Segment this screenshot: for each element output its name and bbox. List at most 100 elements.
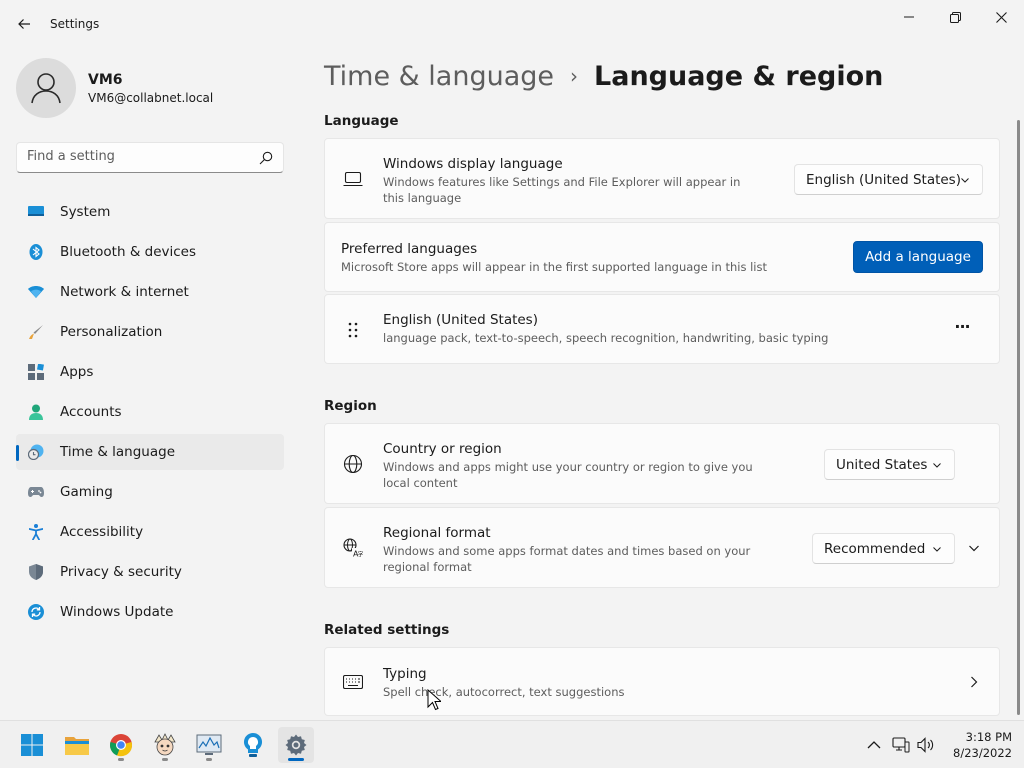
accessibility-icon <box>28 524 44 540</box>
taskbar-chrome[interactable] <box>103 727 139 763</box>
country-region-description: Windows and apps might use your country … <box>383 460 753 490</box>
sidebar-item-label: Network & internet <box>60 284 189 300</box>
sidebar-item-personalization[interactable]: Personalization <box>16 314 284 350</box>
sidebar-item-network[interactable]: Network & internet <box>16 274 284 310</box>
sidebar-item-gaming[interactable]: Gaming <box>16 474 284 510</box>
sidebar-item-label: Personalization <box>60 324 163 340</box>
maximize-button[interactable] <box>932 2 978 32</box>
mouse-cursor-icon <box>427 689 441 711</box>
system-icon <box>28 204 44 220</box>
sidebar-item-privacy[interactable]: Privacy & security <box>16 554 284 590</box>
sidebar-item-time-language[interactable]: Time & language <box>16 434 284 470</box>
keyboard-icon <box>343 672 363 692</box>
search-icon[interactable] <box>259 151 273 165</box>
user-profile[interactable]: VM6 VM6@collabnet.local <box>16 58 286 118</box>
country-region-title: Country or region <box>383 441 502 457</box>
section-title-language: Language <box>324 113 399 129</box>
update-icon <box>28 604 44 620</box>
typing-title: Typing <box>383 666 427 682</box>
taskbar-settings[interactable] <box>278 727 314 763</box>
sidebar-item-label: System <box>60 204 111 220</box>
accounts-icon <box>28 404 44 420</box>
country-region-card: Country or region Windows and apps might… <box>324 423 1000 504</box>
chevron-right-icon <box>971 676 978 688</box>
taskbar: 3:18 PM 8/23/2022 <box>0 720 1024 768</box>
sidebar-item-apps[interactable]: Apps <box>16 354 284 390</box>
section-title-related: Related settings <box>324 622 450 638</box>
installed-language-card[interactable]: English (United States) language pack, t… <box>324 294 1000 364</box>
page-title: Language & region <box>594 60 884 92</box>
regional-format-icon: A字 <box>343 538 363 558</box>
scrollbar[interactable] <box>1017 120 1020 715</box>
minimize-button[interactable] <box>886 2 932 32</box>
sidebar-item-bluetooth[interactable]: Bluetooth & devices <box>16 234 284 270</box>
avatar <box>16 58 76 118</box>
add-language-button[interactable]: Add a language <box>853 241 983 273</box>
network-icon <box>28 284 44 300</box>
network-status-button[interactable] <box>891 735 911 755</box>
typing-description: Spell check, autocorrect, text suggestio… <box>383 685 625 699</box>
sidebar-item-label: Windows Update <box>60 604 174 620</box>
clock-time: 3:18 PM <box>965 730 1012 744</box>
more-options-button[interactable]: ··· <box>947 317 977 341</box>
search-box[interactable] <box>16 142 284 173</box>
running-indicator <box>118 758 124 761</box>
back-button[interactable] <box>12 12 36 36</box>
taskbar-lightbulb-app[interactable] <box>235 727 271 763</box>
active-indicator <box>288 758 304 761</box>
preferred-languages-description: Microsoft Store apps will appear in the … <box>341 260 767 274</box>
volume-button[interactable] <box>916 735 936 755</box>
regional-format-description: Windows and some apps format dates and t… <box>383 544 751 574</box>
sidebar-item-accessibility[interactable]: Accessibility <box>16 514 284 550</box>
regional-format-dropdown[interactable]: Recommended <box>812 533 955 564</box>
display-language-dropdown[interactable]: English (United States) <box>794 164 983 195</box>
display-language-value: English (United States) <box>806 171 961 188</box>
restore-icon <box>949 11 961 23</box>
title-bar: Settings <box>0 0 1024 48</box>
chevron-down-icon <box>961 178 969 183</box>
brush-icon <box>28 324 44 340</box>
close-button[interactable] <box>978 2 1024 32</box>
time-language-icon <box>28 444 44 460</box>
person-icon <box>31 73 61 104</box>
sidebar-item-label: Accounts <box>60 404 122 420</box>
drag-handle-icon[interactable] <box>343 320 363 340</box>
close-icon <box>995 11 1007 23</box>
sidebar-item-accounts[interactable]: Accounts <box>16 394 284 430</box>
regional-format-value: Recommended <box>824 540 926 557</box>
sidebar-item-windows-update[interactable]: Windows Update <box>16 594 284 630</box>
taskbar-character-app[interactable] <box>147 727 183 763</box>
breadcrumb: Time & language › Language & region <box>324 58 883 94</box>
sidebar-item-label: Time & language <box>60 444 176 460</box>
monitor-app-icon <box>196 734 222 755</box>
minimize-icon <box>904 16 914 18</box>
file-explorer-icon <box>65 737 89 755</box>
taskbar-monitor-app[interactable] <box>191 727 227 763</box>
taskbar-clock[interactable]: 3:18 PM 8/23/2022 <box>940 729 1012 761</box>
bluetooth-icon <box>28 244 44 260</box>
sidebar-item-system[interactable]: System <box>16 194 284 230</box>
breadcrumb-parent[interactable]: Time & language <box>324 61 554 92</box>
sidebar-nav: System Bluetooth & devices Network & int… <box>16 194 284 634</box>
search-input[interactable] <box>27 149 252 164</box>
laptop-icon <box>343 169 363 189</box>
clock-date: 8/23/2022 <box>953 746 1012 760</box>
typing-card[interactable]: Typing Spell check, autocorrect, text su… <box>324 647 1000 716</box>
breadcrumb-separator: › <box>570 64 579 88</box>
installed-language-description: language pack, text-to-speech, speech re… <box>383 331 829 345</box>
shield-icon <box>28 564 44 580</box>
taskbar-file-explorer[interactable] <box>59 727 95 763</box>
start-icon <box>21 734 43 756</box>
back-arrow-icon <box>18 19 30 29</box>
sidebar-item-label: Bluetooth & devices <box>60 244 197 260</box>
display-language-title: Windows display language <box>383 156 563 172</box>
expand-chevron-icon[interactable] <box>968 542 980 554</box>
chrome-icon <box>110 734 132 757</box>
country-region-value: United States <box>836 456 928 473</box>
show-hidden-icons-button[interactable] <box>864 735 884 755</box>
country-region-dropdown[interactable]: United States <box>824 449 955 480</box>
running-indicator <box>162 758 168 761</box>
regional-format-card[interactable]: A字 Regional format Windows and some apps… <box>324 507 1000 588</box>
running-indicator <box>206 758 212 761</box>
start-button[interactable] <box>14 727 50 763</box>
